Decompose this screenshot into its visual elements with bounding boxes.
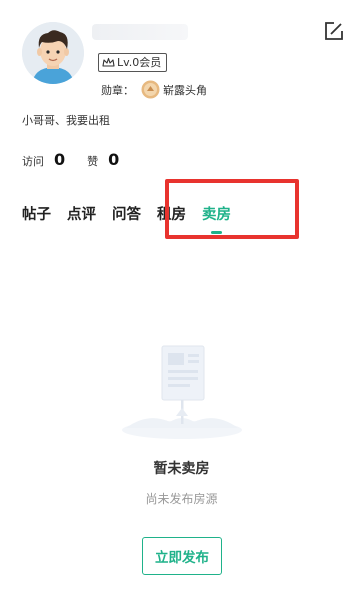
empty-state-subtitle: 尚未发布房源 <box>145 492 218 506</box>
medal-icon[interactable] <box>141 80 160 99</box>
medal-row: 勋章： 崭露头角 <box>101 80 207 99</box>
medal-name: 崭露头角 <box>163 83 207 97</box>
tab-sell[interactable]: 卖房 <box>202 203 231 234</box>
likes-count: 0 <box>108 150 120 169</box>
tab-reviews[interactable]: 点评 <box>67 203 96 224</box>
publish-now-button[interactable]: 立即发布 <box>142 537 222 575</box>
level-badge-label: Lv.0会员 <box>117 56 162 69</box>
level-badge[interactable]: Lv.0会员 <box>98 53 168 72</box>
avatar[interactable] <box>22 22 84 84</box>
medal-label: 勋章： <box>101 83 134 97</box>
likes-label: 赞 <box>87 155 99 168</box>
empty-state-title: 暂未卖房 <box>153 461 210 477</box>
edit-icon[interactable] <box>323 20 345 42</box>
empty-listing-illustration <box>122 345 242 439</box>
user-bio: 小哥哥、我要出租 <box>22 114 110 127</box>
visits-count: 0 <box>54 150 66 169</box>
visits-label: 访问 <box>22 155 44 168</box>
username-placeholder <box>92 24 188 40</box>
crown-icon <box>102 57 115 67</box>
tab-rent[interactable]: 租房 <box>157 203 186 224</box>
profile-tabs: 帖子 点评 问答 租房 卖房 <box>22 203 247 234</box>
stats-row: 访问 0 赞 0 <box>22 150 141 169</box>
tab-qa[interactable]: 问答 <box>112 203 141 224</box>
tab-posts[interactable]: 帖子 <box>22 203 51 224</box>
